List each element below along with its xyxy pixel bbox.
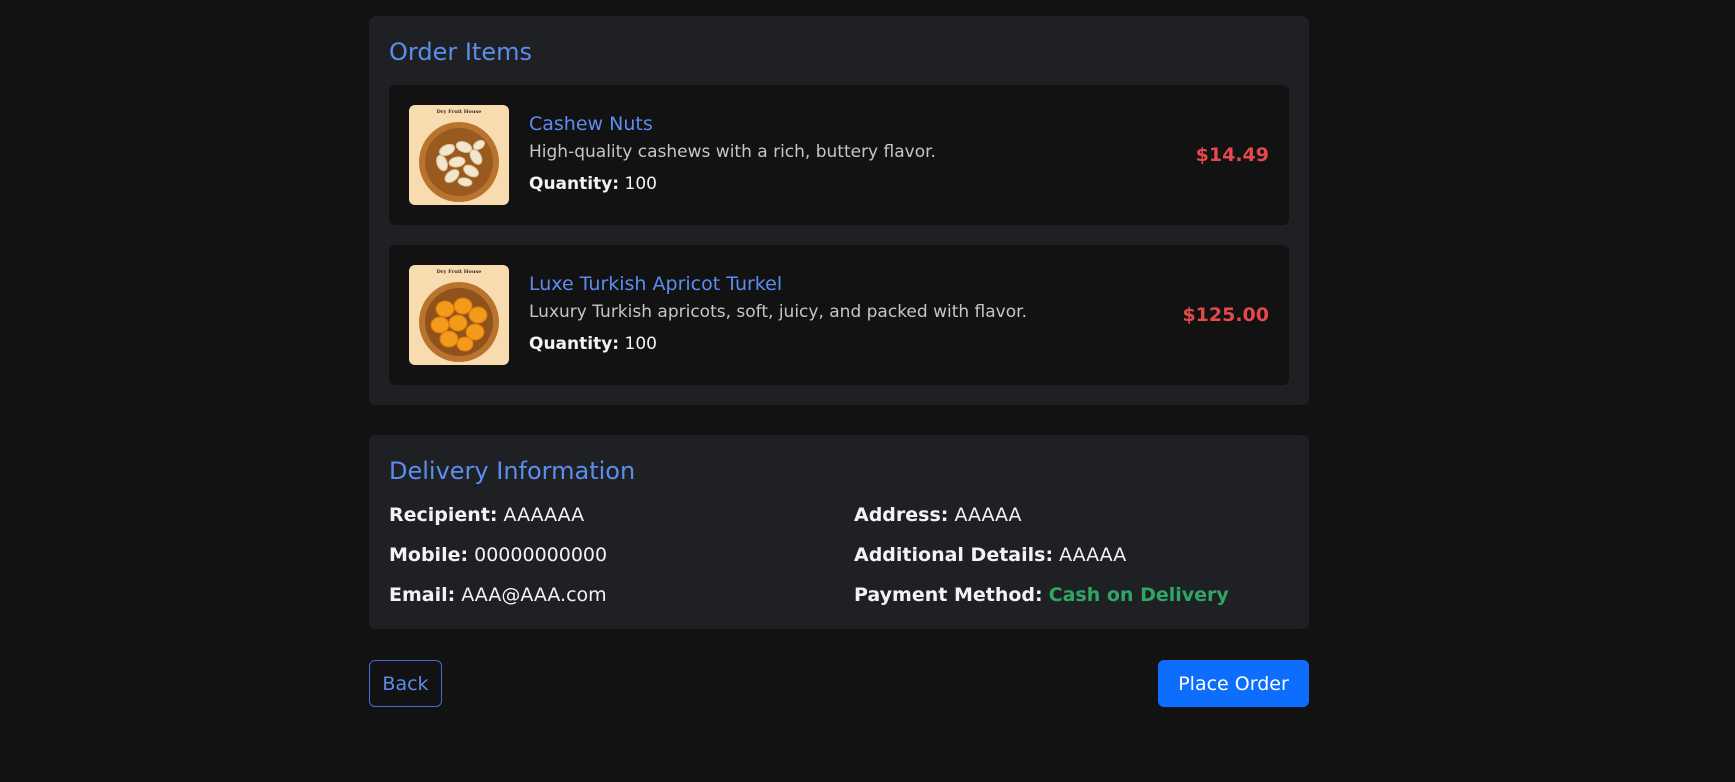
email-label: Email: xyxy=(389,584,456,606)
item-description: Luxury Turkish apricots, soft, juicy, an… xyxy=(529,301,1027,322)
apricot-bowl-icon xyxy=(419,282,499,362)
item-info: Luxe Turkish Apricot Turkel Luxury Turki… xyxy=(529,273,1269,356)
delivery-info-card: Delivery Information Recipient: AAAAAA A… xyxy=(369,435,1309,629)
address-value: AAAAA xyxy=(954,504,1022,526)
email-value: AAA@AAA.com xyxy=(461,584,607,606)
delivery-title: Delivery Information xyxy=(389,457,636,485)
image-brand-text: Dry Fruit House xyxy=(436,269,482,275)
address-label: Address: xyxy=(854,504,949,526)
order-items-title: Order Items xyxy=(389,38,532,66)
item-quantity: Quantity: 100 xyxy=(529,332,1269,356)
additional-details-field: Additional Details: AAAAA xyxy=(854,543,1289,567)
payment-method-label: Payment Method: xyxy=(854,584,1043,606)
item-info: Cashew Nuts High-quality cashews with a … xyxy=(529,113,1269,196)
payment-method-value: Cash on Delivery xyxy=(1048,584,1229,606)
item-name: Cashew Nuts xyxy=(529,112,653,135)
place-order-button[interactable]: Place Order xyxy=(1158,660,1309,707)
item-price: $14.49 xyxy=(1195,144,1269,166)
email-field: Email: AAA@AAA.com xyxy=(389,583,854,607)
order-item-cashew: Dry Fruit House Cashew Nuts High-quality… xyxy=(389,85,1289,225)
order-items-card: Order Items Dry Fruit House Cashew Nuts … xyxy=(369,16,1309,405)
mobile-label: Mobile: xyxy=(389,544,469,566)
quantity-label: Quantity: xyxy=(529,333,620,354)
additional-details-value: AAAAA xyxy=(1059,544,1127,566)
order-item-apricot: Dry Fruit House Luxe Turkish Apricot Tur… xyxy=(389,245,1289,385)
additional-details-label: Additional Details: xyxy=(854,544,1054,566)
address-field: Address: AAAAA xyxy=(854,503,1289,527)
item-quantity: Quantity: 100 xyxy=(529,172,1269,196)
apricot-image: Dry Fruit House xyxy=(409,265,509,365)
back-button[interactable]: Back xyxy=(369,660,442,707)
recipient-label: Recipient: xyxy=(389,504,498,526)
item-description: High-quality cashews with a rich, butter… xyxy=(529,141,936,162)
payment-method-field: Payment Method: Cash on Delivery xyxy=(854,583,1289,607)
quantity-value: 100 xyxy=(624,173,657,194)
mobile-field: Mobile: 00000000000 xyxy=(389,543,854,567)
recipient-value: AAAAAA xyxy=(503,504,585,526)
action-bar: Back Place Order xyxy=(369,660,1309,708)
cashew-bowl-icon xyxy=(419,122,499,202)
delivery-details: Recipient: AAAAAA Address: AAAAA Mobile:… xyxy=(389,503,1289,607)
item-price: $125.00 xyxy=(1182,304,1269,326)
image-brand-text: Dry Fruit House xyxy=(436,109,482,115)
cashew-image: Dry Fruit House xyxy=(409,105,509,205)
quantity-label: Quantity: xyxy=(529,173,620,194)
mobile-value: 00000000000 xyxy=(474,544,608,566)
item-name: Luxe Turkish Apricot Turkel xyxy=(529,272,783,295)
checkout-container: Order Items Dry Fruit House Cashew Nuts … xyxy=(369,16,1309,708)
quantity-value: 100 xyxy=(624,333,657,354)
recipient-field: Recipient: AAAAAA xyxy=(389,503,854,527)
